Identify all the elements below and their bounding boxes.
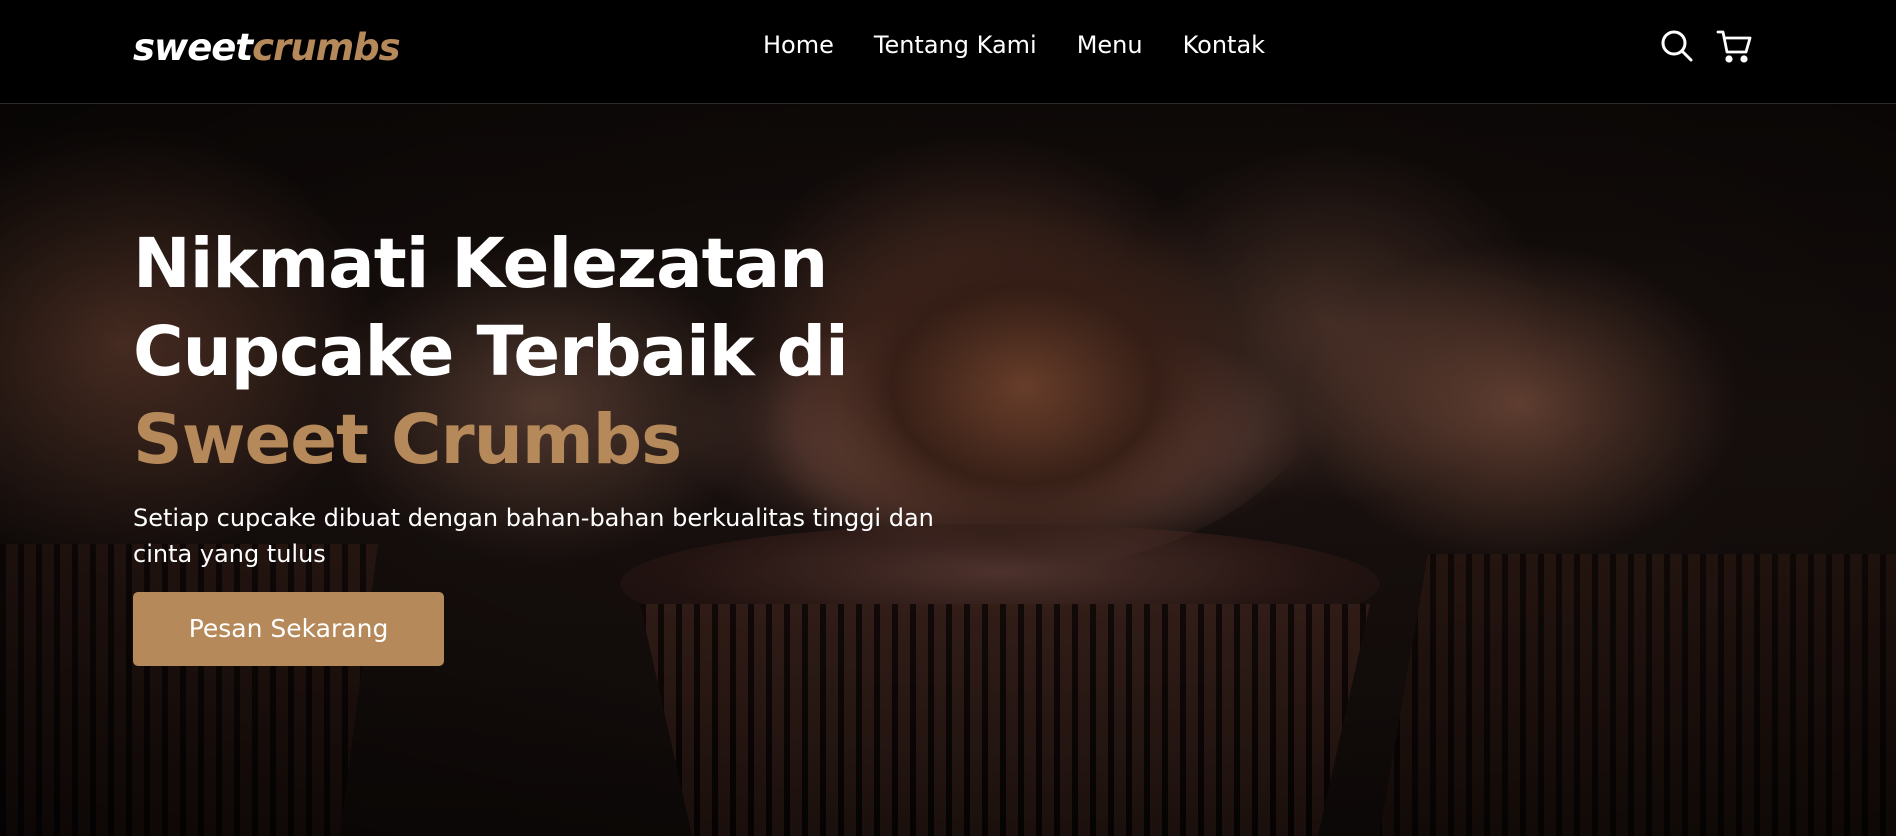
nav-link-home[interactable]: Home bbox=[763, 31, 834, 59]
hero-content: Nikmati Kelezatan Cupcake Terbaik di Swe… bbox=[133, 220, 1033, 666]
search-button[interactable] bbox=[1659, 28, 1695, 64]
logo-part-sweet: sweet bbox=[133, 26, 253, 69]
logo[interactable]: sweetcrumbs bbox=[133, 26, 401, 69]
hero-title-line-1: Nikmati Kelezatan bbox=[133, 224, 828, 304]
navbar: sweetcrumbs Home Tentang Kami Menu Konta… bbox=[0, 0, 1896, 104]
order-now-button[interactable]: Pesan Sekarang bbox=[133, 592, 444, 666]
hero-description: Setiap cupcake dibuat dengan bahan-bahan… bbox=[133, 504, 934, 568]
nav-link-tentang-kami[interactable]: Tentang Kami bbox=[874, 31, 1037, 59]
nav-link-kontak[interactable]: Kontak bbox=[1183, 31, 1265, 59]
hero-section: Nikmati Kelezatan Cupcake Terbaik di Swe… bbox=[0, 104, 1896, 836]
hero-title: Nikmati Kelezatan Cupcake Terbaik di Swe… bbox=[133, 220, 1033, 484]
logo-part-crumbs: crumbs bbox=[252, 26, 401, 69]
hero-title-accent: Sweet Crumbs bbox=[133, 400, 682, 480]
nav-link-menu[interactable]: Menu bbox=[1077, 31, 1143, 59]
cart-button[interactable] bbox=[1716, 28, 1752, 64]
search-icon bbox=[1661, 30, 1693, 62]
hero-title-line-2: Cupcake Terbaik di bbox=[133, 312, 849, 392]
cart-icon bbox=[1716, 30, 1752, 63]
nav-links: Home Tentang Kami Menu Kontak bbox=[763, 31, 1305, 59]
